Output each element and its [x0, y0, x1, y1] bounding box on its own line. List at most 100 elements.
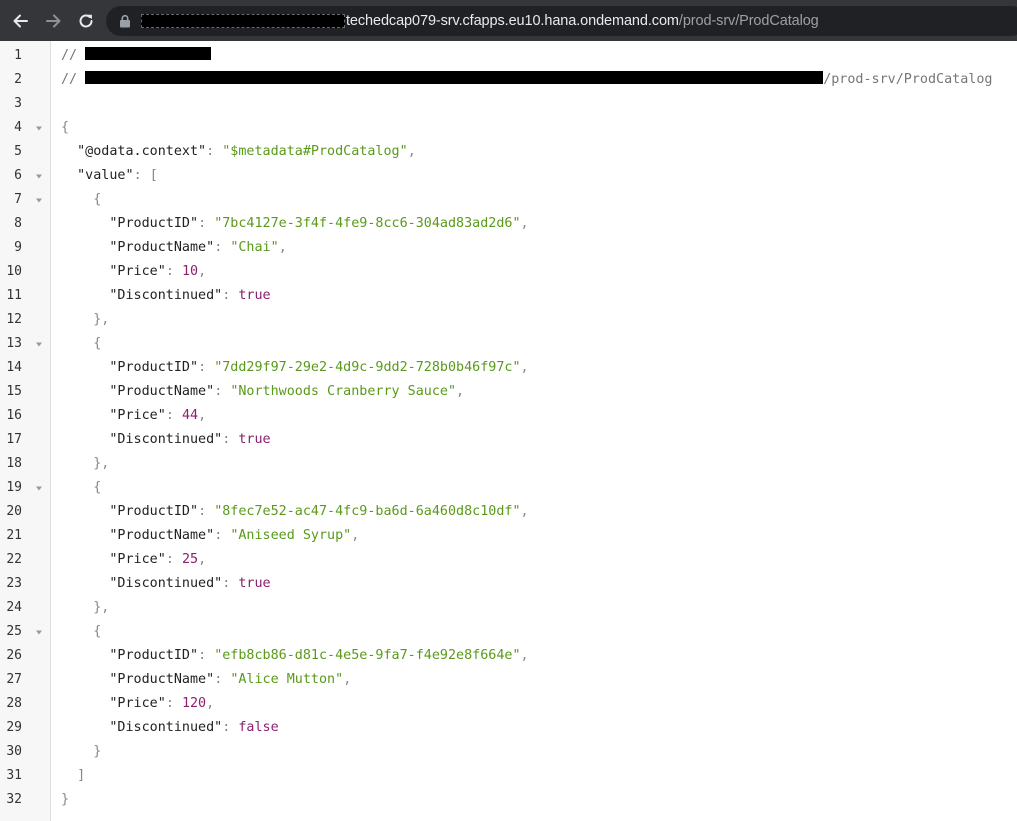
close-brace: }, [93, 600, 110, 615]
json-key: "ProductName" [109, 240, 215, 255]
line-number: 9 [14, 240, 22, 255]
line-number: 18 [6, 456, 22, 471]
comma: , [198, 552, 207, 567]
close-brace: }, [93, 312, 110, 327]
line-number: 8 [14, 216, 22, 231]
code-text: "Price": 120, [61, 692, 214, 716]
code-text: ] [61, 764, 85, 788]
line-number: 24 [6, 600, 22, 615]
reload-button[interactable] [73, 8, 99, 34]
json-key: "ProductID" [109, 504, 199, 519]
code-line: 28 "Price": 120, [0, 692, 1017, 716]
code-line: 16 "Price": 44, [0, 404, 1017, 428]
product-price: 10 [181, 264, 199, 279]
line-number: 5 [14, 144, 22, 159]
code-text: "Discontinued": true [61, 572, 271, 596]
code-text: "Discontinued": true [61, 284, 270, 308]
fold-caret-icon[interactable] [35, 484, 43, 492]
url-host: techedcap079-srv.cfapps.eu10.hana.ondema… [346, 13, 679, 29]
code-text: "ProductID": "7dd29f97-29e2-4d9c-9dd2-72… [61, 356, 528, 380]
json-key: "@odata.context" [77, 144, 207, 159]
colon: : [198, 504, 215, 519]
code-line: 13 { [0, 332, 1017, 356]
comma: , [206, 696, 215, 711]
close-brace: } [61, 792, 70, 807]
code-text: "ProductID": "8fec7e52-ac47-4fc9-ba6d-6a… [61, 500, 528, 524]
fold-caret-icon[interactable] [35, 340, 43, 348]
lock-icon[interactable] [118, 14, 132, 28]
code-line: 29 "Discontinued": false [0, 716, 1017, 740]
json-key: "ProductName" [109, 528, 215, 543]
code-line: 21 "ProductName": "Aniseed Syrup", [0, 524, 1017, 548]
open-brace: { [93, 480, 102, 495]
colon: : [206, 144, 223, 159]
code-text: "ProductID": "7bc4127e-3f4f-4fe9-8cc6-30… [61, 212, 529, 236]
code-line: 18 }, [0, 452, 1017, 476]
code-text: } [61, 740, 101, 764]
fold-caret-icon[interactable] [35, 196, 43, 204]
code-text: "ProductName": "Northwoods Cranberry Sau… [61, 380, 464, 404]
product-price: 120 [181, 696, 207, 711]
code-text: "ProductName": "Alice Mutton", [61, 668, 351, 692]
line-number: 14 [6, 360, 22, 375]
code-text: "ProductName": "Aniseed Syrup", [61, 524, 359, 548]
json-viewer: 1 // 2 // /prod-srv/ProdCatalog 3 4 { 5 … [0, 41, 1017, 821]
code-line: 11 "Discontinued": true [0, 284, 1017, 308]
code-text: "@odata.context": "$metadata#ProdCatalog… [61, 140, 416, 164]
back-button[interactable] [7, 8, 33, 34]
product-id: "efb8cb86-d81c-4e5e-9fa7-f4e92e8f664e" [214, 648, 521, 663]
code-text: { [61, 332, 101, 356]
comma: , [198, 264, 207, 279]
json-key: "Discontinued" [109, 576, 223, 591]
forward-button[interactable] [41, 8, 67, 34]
code-line: 2 // /prod-srv/ProdCatalog [0, 68, 1017, 92]
json-key: "ProductID" [109, 360, 199, 375]
json-key: "Price" [109, 408, 166, 423]
json-key: "ProductID" [109, 648, 199, 663]
open-bracket: [ [149, 168, 158, 183]
comment-prefix: // [61, 72, 78, 87]
line-number: 21 [6, 528, 22, 543]
line-number: 2 [14, 72, 22, 87]
code-text: } [61, 788, 69, 812]
comma: , [520, 216, 529, 231]
code-text: "Discontinued": false [61, 716, 278, 740]
line-number: 7 [14, 192, 22, 207]
code-line: 4 { [0, 116, 1017, 140]
colon: : [222, 288, 239, 303]
url-text[interactable]: techedcap079-srv.cfapps.eu10.hana.ondema… [346, 12, 819, 30]
open-brace: { [93, 336, 102, 351]
json-string: "$metadata#ProdCatalog" [222, 144, 408, 159]
address-bar[interactable]: techedcap079-srv.cfapps.eu10.hana.ondema… [106, 6, 1017, 36]
code-line: 26 "ProductID": "efb8cb86-d81c-4e5e-9fa7… [0, 644, 1017, 668]
redaction-box [85, 47, 212, 60]
product-discontinued: true [238, 576, 271, 591]
fold-caret-icon[interactable] [35, 172, 43, 180]
code-text: "Discontinued": true [61, 428, 270, 452]
open-brace: { [61, 120, 70, 135]
code-line: 7 { [0, 188, 1017, 212]
json-key: "Price" [109, 696, 166, 711]
comment-prefix: // [61, 48, 78, 63]
json-key: "ProductName" [109, 384, 215, 399]
comma: , [343, 672, 352, 687]
code-text: // /prod-srv/ProdCatalog [61, 68, 993, 92]
close-bracket: ] [77, 768, 86, 783]
line-number: 13 [6, 336, 22, 351]
comma: , [407, 144, 416, 159]
colon: : [198, 360, 215, 375]
line-number: 30 [6, 744, 22, 759]
colon: : [198, 216, 215, 231]
comma: , [278, 240, 287, 255]
fold-caret-icon[interactable] [35, 124, 43, 132]
colon: : [133, 168, 150, 183]
json-key: "Price" [109, 552, 166, 567]
colon: : [222, 432, 239, 447]
line-number: 31 [6, 768, 22, 783]
line-number: 11 [6, 288, 22, 303]
fold-caret-icon[interactable] [35, 628, 43, 636]
line-number: 29 [6, 720, 22, 735]
code-text: }, [61, 308, 109, 332]
code-line: 25 { [0, 620, 1017, 644]
reload-icon [79, 14, 93, 28]
